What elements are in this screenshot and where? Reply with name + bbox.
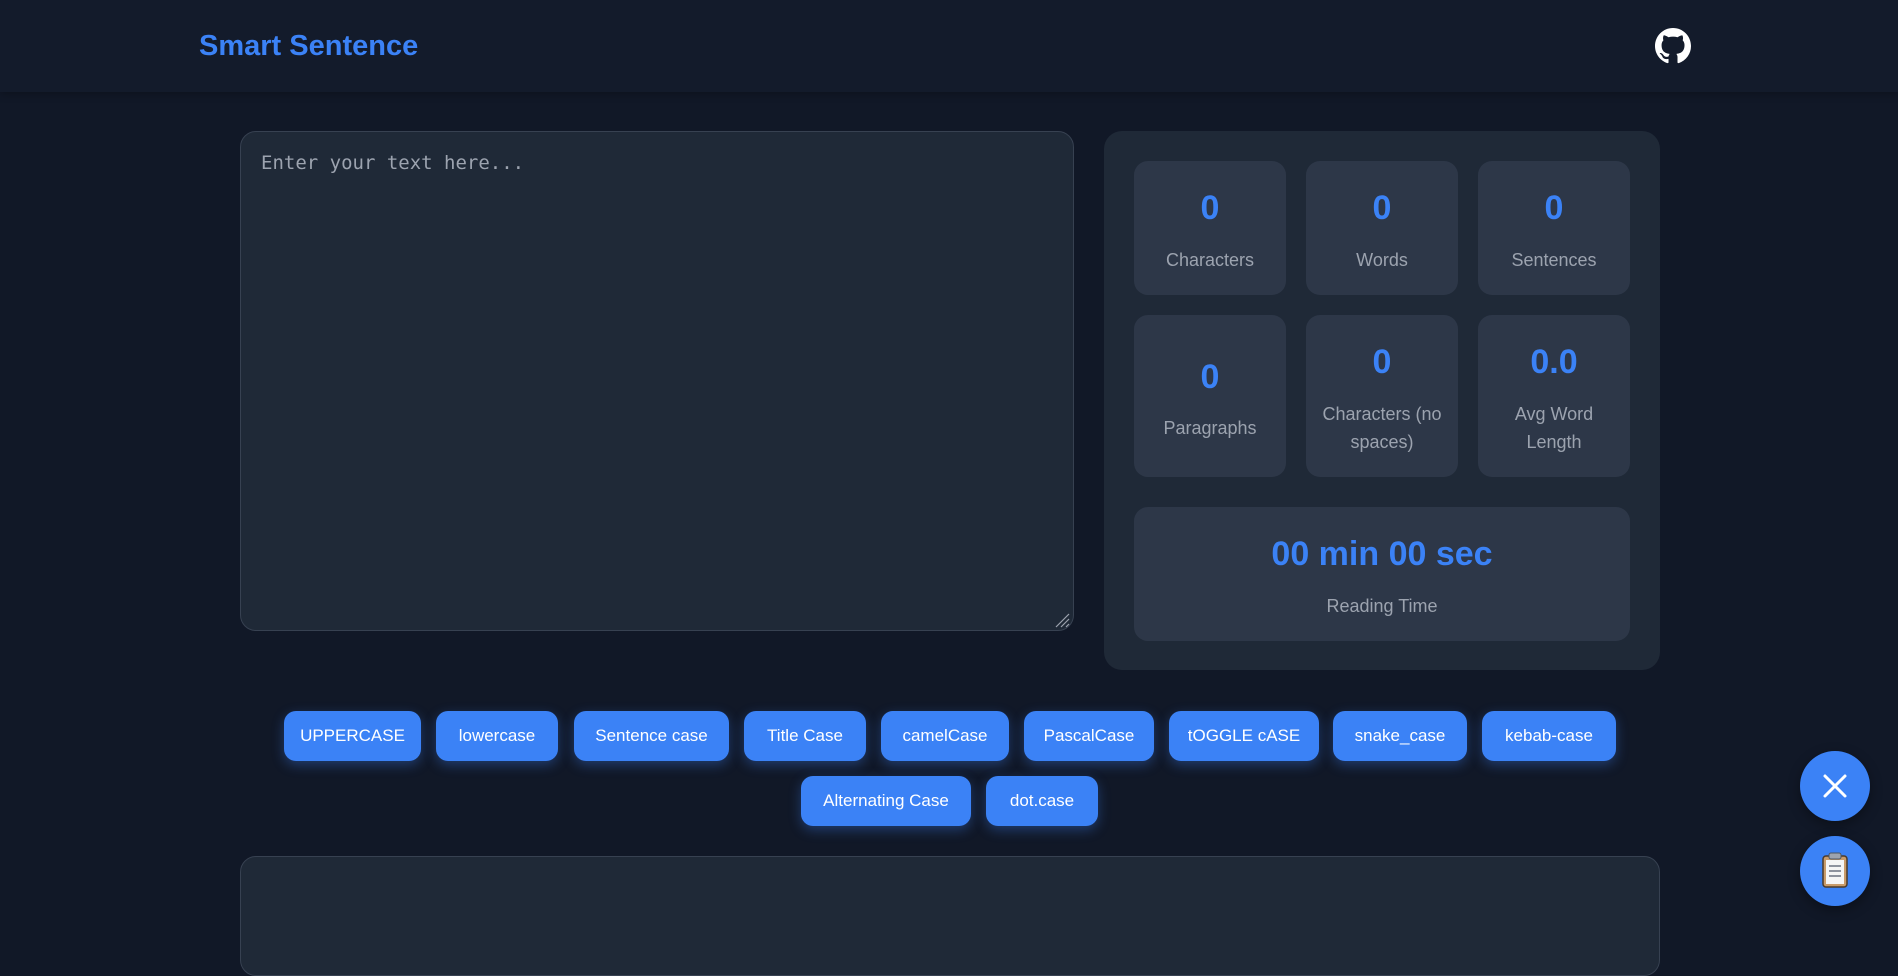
- clipboard-icon: [1822, 852, 1848, 888]
- close-button[interactable]: [1800, 751, 1870, 821]
- snake-case-button[interactable]: snake_case: [1333, 711, 1467, 761]
- stats-panel: 0 Characters 0 Words 0 Sentences 0 Parag…: [1104, 131, 1660, 670]
- stat-value: 00 min 00 sec: [1271, 535, 1493, 573]
- toggle-case-button[interactable]: tOGGLE cASE: [1169, 711, 1319, 761]
- stat-avg-word-length: 0.0 Avg Word Length: [1478, 315, 1630, 477]
- stat-value: 0: [1372, 189, 1392, 227]
- stat-label: Words: [1356, 250, 1408, 270]
- github-icon[interactable]: [1655, 28, 1691, 64]
- stat-label: Reading Time: [1326, 596, 1438, 616]
- stat-label: Avg Word Length: [1514, 404, 1594, 452]
- resize-handle-icon[interactable]: [1052, 610, 1070, 628]
- lowercase-button[interactable]: lowercase: [436, 711, 558, 761]
- stat-characters-no-spaces: 0 Characters (no spaces): [1306, 315, 1458, 477]
- stat-words: 0 Words: [1306, 161, 1458, 295]
- alternating-case-button[interactable]: Alternating Case: [801, 776, 971, 826]
- output-text-area[interactable]: [240, 856, 1660, 976]
- stat-reading-time: 00 min 00 sec Reading Time: [1134, 507, 1630, 641]
- app-header: Smart Sentence: [0, 0, 1898, 92]
- camel-case-button[interactable]: camelCase: [881, 711, 1009, 761]
- stat-value: 0: [1544, 189, 1564, 227]
- stat-value: 0: [1372, 343, 1392, 381]
- pascal-case-button[interactable]: PascalCase: [1024, 711, 1154, 761]
- close-icon: [1823, 774, 1847, 798]
- stat-sentences: 0 Sentences: [1478, 161, 1630, 295]
- title-case-button[interactable]: Title Case: [744, 711, 866, 761]
- stat-paragraphs: 0 Paragraphs: [1134, 315, 1286, 477]
- kebab-case-button[interactable]: kebab-case: [1482, 711, 1616, 761]
- text-input[interactable]: [240, 131, 1074, 631]
- sentence-case-button[interactable]: Sentence case: [574, 711, 729, 761]
- stat-label: Paragraphs: [1163, 418, 1257, 438]
- stat-label: Characters: [1165, 250, 1255, 270]
- stat-value: 0: [1200, 189, 1220, 227]
- uppercase-button[interactable]: UPPERCASE: [284, 711, 421, 761]
- stat-label: Characters (no spaces): [1322, 404, 1442, 452]
- stat-label: Sentences: [1511, 250, 1597, 270]
- clipboard-button[interactable]: [1800, 836, 1870, 906]
- stat-value: 0: [1200, 358, 1220, 396]
- stat-value: 0.0: [1530, 343, 1578, 381]
- app-title[interactable]: Smart Sentence: [199, 30, 418, 63]
- dot-case-button[interactable]: dot.case: [986, 776, 1098, 826]
- stat-characters: 0 Characters: [1134, 161, 1286, 295]
